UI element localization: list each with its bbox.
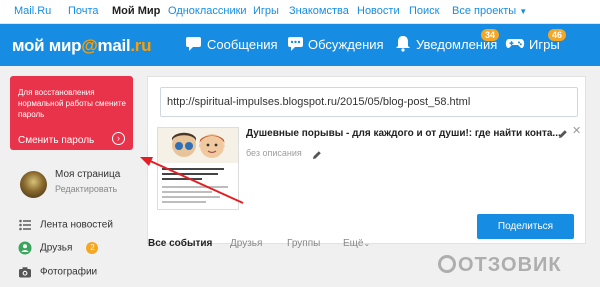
link-preview-description[interactable]: без описания (246, 148, 302, 158)
logo-ru: .ru (130, 36, 152, 55)
nav-odnoklassniki[interactable]: Одноклассники (168, 5, 247, 17)
nav-all-projects-label: Все проекты (452, 5, 517, 17)
notifications-count-badge: 34 (481, 29, 500, 41)
sidebar-item-photos[interactable]: Фотографии (18, 265, 97, 279)
friends-icon (18, 241, 32, 255)
messages-icon (185, 35, 202, 57)
tab-groups[interactable]: Группы (287, 238, 320, 249)
watermark-text: ОТЗОВИК (458, 254, 562, 276)
watermark-logo (438, 255, 456, 273)
nav-mailru[interactable]: Mail.Ru (14, 5, 51, 17)
nav-dating[interactable]: Знакомства (289, 5, 349, 17)
logo[interactable]: мой мир@mail.ru (12, 36, 151, 56)
chevron-right-icon[interactable]: › (112, 132, 125, 145)
tab-friends[interactable]: Друзья (230, 238, 262, 249)
nav-news[interactable]: Новости (357, 5, 400, 17)
left-sidebar: Для восстановления нормальной работы сме… (0, 66, 140, 287)
thumbnail-text-line (162, 173, 218, 175)
sidebar-item-news-feed[interactable]: Лента новостей (18, 218, 113, 232)
tab-more[interactable]: Ещё⌄ (343, 238, 370, 249)
logo-at: @ (81, 36, 98, 55)
thumbnail-text-line (162, 201, 206, 203)
thumbnail-text-line (162, 186, 228, 188)
avatar[interactable] (20, 171, 47, 198)
nav-search[interactable]: Поиск (409, 5, 439, 17)
header-messages[interactable]: Сообщения (207, 37, 278, 52)
header-discussions[interactable]: Обсуждения (308, 37, 384, 52)
main-header: мой мир@mail.ru Сообщения Обсуждения Уве… (0, 24, 600, 66)
edit-profile-link[interactable]: Редактировать (55, 184, 117, 194)
thumbnail-text-line (162, 168, 224, 170)
tab-more-label: Ещё (343, 238, 364, 249)
thumbnail-text-line (162, 196, 220, 198)
chevron-down-icon: ▼ (519, 7, 528, 16)
thumbnail-text-line (162, 191, 212, 193)
nav-mail[interactable]: Почта (68, 5, 99, 17)
friends-count-badge: 2 (86, 242, 99, 254)
gamepad-icon (505, 35, 525, 57)
bell-icon (395, 35, 411, 57)
discussions-icon (287, 35, 304, 57)
password-alert-text: Для восстановления нормальной работы сме… (18, 88, 126, 119)
top-navigation: Mail.Ru Почта Мой Мир Одноклассники Игры… (0, 0, 600, 24)
sidebar-item-label: Друзья (40, 242, 73, 254)
password-alert: Для восстановления нормальной работы сме… (10, 76, 133, 150)
tab-all-events[interactable]: Все события (148, 238, 212, 249)
url-input[interactable] (160, 87, 578, 117)
nav-games[interactable]: Игры (253, 5, 279, 17)
sidebar-item-friends[interactable]: Друзья 2 (18, 241, 99, 255)
logo-mail: mail (97, 36, 131, 55)
chevron-down-icon: ⌄ (363, 239, 371, 248)
share-button[interactable]: Поделиться (477, 214, 574, 239)
close-icon[interactable]: ✕ (572, 124, 581, 137)
nav-my-world[interactable]: Мой Мир (112, 5, 160, 17)
games-count-badge: 46 (548, 29, 567, 41)
nav-all-projects[interactable]: Все проекты ▼ (452, 5, 527, 17)
sidebar-item-label: Лента новостей (40, 219, 113, 231)
thumbnail-text-line (162, 178, 202, 180)
edit-description-pencil-icon[interactable] (312, 147, 322, 165)
link-preview-thumbnail[interactable] (157, 127, 239, 210)
news-feed-icon (18, 218, 32, 232)
sidebar-item-label: Фотографии (40, 266, 98, 278)
my-page-link[interactable]: Моя страница (55, 169, 120, 180)
link-preview-title[interactable]: Душевные порывы - для каждого и от души!… (246, 128, 561, 139)
logo-main: мой мир (12, 36, 82, 55)
thumbnail-illustration (158, 128, 238, 163)
share-link-card: Душевные порывы - для каждого и от души!… (147, 76, 586, 244)
change-password-link[interactable]: Сменить пароль (18, 135, 94, 146)
camera-icon (18, 265, 32, 279)
edit-title-pencil-icon[interactable] (558, 126, 568, 144)
